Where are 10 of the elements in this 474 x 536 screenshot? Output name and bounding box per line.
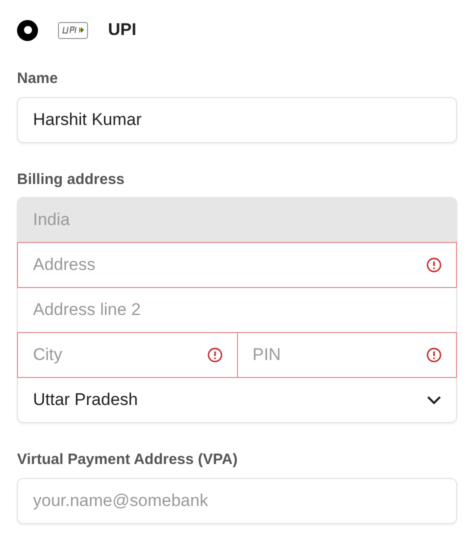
option-label: UPI bbox=[108, 19, 136, 42]
state-select[interactable]: Uttar Pradesh bbox=[17, 377, 457, 423]
field-label: Virtual Payment Address (VPA) bbox=[17, 450, 239, 470]
name-field[interactable]: Harshit Kumar bbox=[17, 96, 457, 142]
address-field[interactable]: Address bbox=[17, 242, 457, 288]
field-label: Name bbox=[17, 69, 59, 89]
address-field[interactable]: PIN bbox=[236, 332, 457, 378]
vpa-field[interactable]: your.name@somebank bbox=[17, 478, 457, 524]
field-label: Billing address bbox=[17, 170, 126, 190]
address-field[interactable]: City bbox=[17, 332, 238, 378]
